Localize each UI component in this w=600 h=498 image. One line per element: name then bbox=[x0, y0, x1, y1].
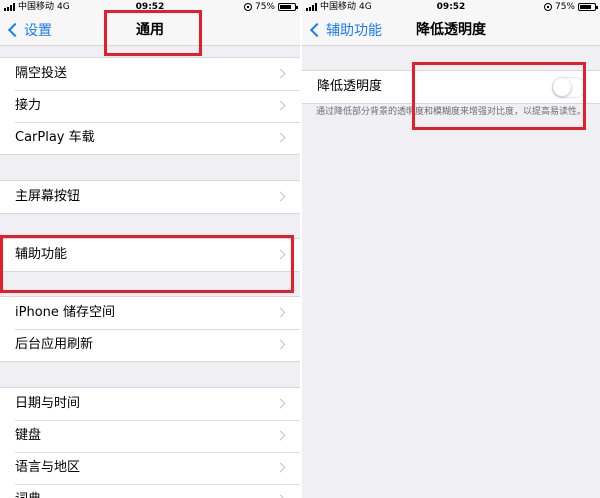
settings-item-keyboard[interactable]: 键盘 bbox=[0, 420, 300, 452]
chevron-right-icon bbox=[275, 132, 286, 143]
chevron-right-icon bbox=[275, 249, 286, 260]
navigation-bar: 辅助功能 降低透明度 bbox=[302, 14, 600, 46]
battery-icon bbox=[278, 3, 298, 11]
chevron-right-icon bbox=[275, 339, 286, 350]
chevron-right-icon bbox=[275, 430, 286, 441]
chevron-right-icon bbox=[275, 307, 286, 318]
settings-group-3: 辅助功能 bbox=[0, 238, 300, 272]
settings-group-5: 日期与时间 键盘 语言与地区 词典 bbox=[0, 387, 300, 498]
chevron-right-icon bbox=[275, 68, 286, 79]
page-title: 降低透明度 bbox=[416, 22, 486, 38]
settings-group-4: iPhone 储存空间 后台应用刷新 bbox=[0, 296, 300, 362]
status-right: 75% bbox=[543, 0, 598, 14]
settings-item-label: 辅助功能 bbox=[15, 247, 68, 262]
reduce-transparency-panel: 中国移动 4G 09:52 75% 辅助功能 降低透明度 降低透明度 通过降低部… bbox=[302, 0, 600, 498]
settings-item-label: 词典 bbox=[15, 492, 41, 498]
settings-item-label: iPhone 储存空间 bbox=[15, 305, 116, 320]
rotation-lock-icon bbox=[543, 3, 552, 11]
settings-item-date-time[interactable]: 日期与时间 bbox=[0, 388, 300, 420]
settings-item-label: 接力 bbox=[15, 98, 42, 113]
settings-item-label: 后台应用刷新 bbox=[15, 337, 94, 352]
navigation-bar: 设置 通用 bbox=[0, 14, 300, 46]
reduce-transparency-toggle[interactable] bbox=[552, 77, 586, 98]
settings-group-1: 隔空投送 接力 CarPlay 车载 bbox=[0, 57, 300, 155]
rotation-lock-icon bbox=[243, 3, 252, 11]
settings-item-background-refresh[interactable]: 后台应用刷新 bbox=[0, 329, 300, 361]
settings-item-accessibility[interactable]: 辅助功能 bbox=[0, 239, 300, 271]
settings-item-handoff[interactable]: 接力 bbox=[0, 90, 300, 122]
chevron-right-icon bbox=[275, 100, 286, 111]
settings-item-dictionary[interactable]: 词典 bbox=[0, 484, 300, 498]
settings-item-label: 日期与时间 bbox=[15, 396, 81, 411]
status-bar: 中国移动 4G 09:52 75% bbox=[302, 0, 600, 14]
settings-item-label: 键盘 bbox=[15, 428, 42, 443]
settings-item-label: 语言与地区 bbox=[15, 460, 81, 475]
settings-item-carplay[interactable]: CarPlay 车载 bbox=[0, 122, 300, 154]
settings-group-2: 主屏幕按钮 bbox=[0, 180, 300, 214]
settings-item-language-region[interactable]: 语言与地区 bbox=[0, 452, 300, 484]
battery-icon bbox=[578, 3, 598, 11]
settings-group-reduce-transparency: 降低透明度 bbox=[302, 70, 600, 104]
settings-item-label: 主屏幕按钮 bbox=[15, 189, 81, 204]
general-settings-panel: 中国移动 4G 09:52 75% 设置 通用 隔空投送 接力 CarPlay … bbox=[0, 0, 300, 498]
settings-item-label: 隔空投送 bbox=[15, 66, 68, 81]
toggle-knob bbox=[553, 78, 571, 96]
status-right: 75% bbox=[243, 0, 298, 14]
reduce-transparency-row: 降低透明度 bbox=[302, 71, 600, 103]
settings-item-iphone-storage[interactable]: iPhone 储存空间 bbox=[0, 297, 300, 329]
setting-label: 降低透明度 bbox=[317, 79, 383, 94]
chevron-right-icon bbox=[275, 462, 286, 473]
battery-percent: 75% bbox=[254, 2, 275, 12]
settings-item-label: CarPlay 车载 bbox=[15, 130, 95, 145]
settings-item-airdrop[interactable]: 隔空投送 bbox=[0, 58, 300, 90]
settings-item-home-button[interactable]: 主屏幕按钮 bbox=[0, 181, 300, 213]
chevron-right-icon bbox=[275, 494, 286, 498]
chevron-right-icon bbox=[275, 398, 286, 409]
chevron-right-icon bbox=[275, 191, 286, 202]
page-title: 通用 bbox=[136, 22, 164, 38]
battery-percent: 75% bbox=[554, 2, 575, 12]
setting-description: 通过降低部分背景的透明度和模糊度来增强对比度，以提高易读性。 bbox=[316, 107, 587, 117]
status-bar: 中国移动 4G 09:52 75% bbox=[0, 0, 300, 14]
